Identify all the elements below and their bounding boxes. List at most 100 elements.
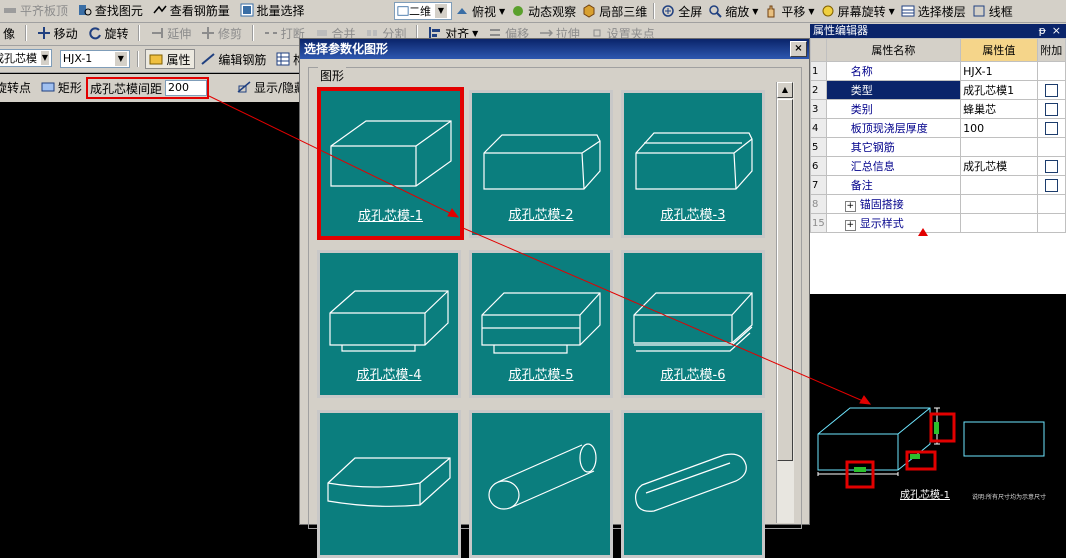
property-value-cell[interactable]: 成孔芯模1 bbox=[960, 80, 1038, 100]
property-row[interactable]: 4 板顶现浇层厚度 100 bbox=[810, 118, 1066, 138]
local-3d-button[interactable]: 局部三维 bbox=[579, 1, 650, 21]
property-row[interactable]: 5 其它钢筋 bbox=[810, 137, 1066, 157]
select-floor-icon bbox=[901, 5, 915, 17]
shape-tile-8[interactable] bbox=[469, 410, 613, 558]
property-extra-cell bbox=[1036, 213, 1066, 233]
zoom-button[interactable]: 缩放 ▼ bbox=[705, 1, 761, 21]
property-row[interactable]: 6 汇总信息 成孔芯模 bbox=[810, 156, 1066, 176]
row-number: 15 bbox=[810, 213, 827, 233]
property-name-cell: 板顶现浇层厚度 bbox=[825, 118, 962, 138]
property-icon bbox=[149, 54, 163, 65]
property-name-cell: 类型 bbox=[825, 80, 962, 100]
property-value-cell[interactable]: 蜂巢芯 bbox=[960, 99, 1038, 119]
show-hide-icon bbox=[237, 81, 251, 93]
toolbar-separator bbox=[136, 51, 139, 67]
shape-tile-9[interactable] bbox=[621, 410, 765, 558]
toolbar-separator bbox=[138, 25, 141, 41]
property-name: 备注 bbox=[850, 179, 873, 192]
edit-rebar-button[interactable]: 编辑钢筋 bbox=[198, 49, 269, 69]
shape-tile-label: 成孔芯模-1 bbox=[358, 209, 423, 224]
top-view-button[interactable]: 俯视 ▼ bbox=[452, 1, 508, 21]
property-name-cell: + 锚固搭接 bbox=[825, 194, 962, 214]
mirror-button[interactable]: 像 bbox=[0, 23, 18, 43]
screen-rotate-button[interactable]: 屏幕旋转 ▼ bbox=[818, 1, 898, 21]
row-number: 3 bbox=[810, 99, 827, 119]
dialog-title: 选择参数化图形 bbox=[304, 42, 389, 56]
move-icon bbox=[37, 27, 50, 39]
drawing-canvas[interactable] bbox=[0, 102, 299, 523]
batch-select-button[interactable]: 批量选择 bbox=[237, 0, 308, 20]
property-header-row: 属性名称 属性值 附加 bbox=[810, 38, 1066, 62]
chevron-down-icon: ▼ bbox=[41, 51, 49, 65]
view-rebar-button[interactable]: 查看钢筋量 bbox=[150, 0, 233, 20]
property-name: 显示样式 bbox=[859, 217, 904, 230]
row-number: 8 bbox=[810, 194, 827, 214]
property-value-cell[interactable]: 100 bbox=[960, 118, 1038, 138]
spacing-input[interactable]: 200 bbox=[165, 80, 207, 96]
property-row[interactable]: 7 备注 bbox=[810, 175, 1066, 195]
property-value-cell[interactable] bbox=[960, 137, 1038, 157]
dynamic-view-icon bbox=[513, 6, 524, 16]
property-button[interactable]: 属性 bbox=[145, 49, 195, 69]
rotate-button[interactable]: 旋转 bbox=[85, 23, 132, 43]
close-icon[interactable]: × bbox=[1052, 24, 1061, 38]
extra-checkbox[interactable] bbox=[1044, 178, 1058, 192]
property-value-cell[interactable] bbox=[960, 213, 1038, 233]
dynamic-view-button[interactable]: 动态观察 bbox=[508, 1, 579, 21]
shape-tile-1[interactable]: 成孔芯模-1 bbox=[317, 87, 464, 240]
property-editor-title-bar: 属性编辑器 ᵽ × bbox=[810, 24, 1066, 38]
flush-slab-button[interactable]: 平齐板顶 bbox=[0, 0, 71, 20]
shape-tile-5[interactable]: 成孔芯模-5 bbox=[469, 250, 613, 398]
property-name: 类别 bbox=[850, 103, 873, 116]
component-category-select[interactable]: 成孔芯模 ▼ bbox=[0, 49, 52, 67]
dialog-close-button[interactable]: × bbox=[790, 41, 807, 57]
shape-tile-7[interactable] bbox=[317, 410, 461, 558]
property-value-cell[interactable] bbox=[960, 175, 1038, 195]
rectangle-button[interactable]: 矩形 bbox=[38, 74, 85, 100]
trim-button[interactable]: 修剪 bbox=[198, 23, 245, 43]
find-element-button[interactable]: 查找图元 bbox=[75, 0, 146, 20]
shape-tile-2[interactable]: 成孔芯模-2 bbox=[469, 90, 613, 238]
property-value-cell[interactable] bbox=[960, 194, 1038, 214]
rotate-point-button[interactable]: 旋转点 bbox=[0, 74, 34, 100]
property-value-cell[interactable]: HJX-1 bbox=[960, 61, 1038, 81]
property-row[interactable]: 15 + 显示样式 bbox=[810, 213, 1066, 233]
wireframe-button[interactable]: 线框 bbox=[969, 1, 1016, 21]
shape-tile-4[interactable]: 成孔芯模-4 bbox=[317, 250, 461, 398]
shape-group-label: 图形 bbox=[318, 67, 347, 84]
view-mode-icon bbox=[397, 6, 409, 16]
row-number: 5 bbox=[810, 137, 827, 157]
shape-tile-6[interactable]: 成孔芯模-6 bbox=[621, 250, 765, 398]
show-hide-button[interactable]: 显示/隐藏 bbox=[234, 77, 309, 97]
expand-icon[interactable]: + bbox=[844, 201, 856, 212]
row-number: 2 bbox=[810, 80, 827, 100]
dialog-scrollbar[interactable]: ▲ bbox=[776, 82, 794, 523]
property-row[interactable]: 8 + 锚固搭接 bbox=[810, 194, 1066, 214]
view-rebar-icon bbox=[153, 5, 167, 14]
pan-button[interactable]: 平移 ▼ bbox=[761, 1, 817, 21]
scroll-up-button[interactable]: ▲ bbox=[777, 82, 793, 98]
pin-icon[interactable]: ᵽ bbox=[1039, 24, 1046, 38]
view-mode-select[interactable]: 二维 ▼ bbox=[394, 2, 452, 20]
component-list-icon bbox=[276, 52, 290, 66]
row-number: 1 bbox=[810, 61, 827, 81]
move-button[interactable]: 移动 bbox=[34, 23, 81, 43]
extra-checkbox[interactable] bbox=[1044, 83, 1058, 97]
property-row[interactable]: 2 类型 成孔芯模1 bbox=[810, 80, 1066, 100]
property-value-cell[interactable]: 成孔芯模 bbox=[960, 156, 1038, 176]
shape-tile-3[interactable]: 成孔芯模-3 bbox=[621, 90, 765, 238]
extra-checkbox[interactable] bbox=[1044, 102, 1058, 116]
expand-icon[interactable]: + bbox=[844, 220, 856, 231]
select-floor-button[interactable]: 选择楼层 bbox=[898, 1, 969, 21]
toolbar-row-1: 平齐板顶 查找图元 查看钢筋量 批量选择 二维 ▼ 俯视▼ 动态观察 局部三维 bbox=[0, 0, 1066, 23]
extra-checkbox[interactable] bbox=[1044, 159, 1058, 173]
extend-button[interactable]: 延伸 bbox=[147, 23, 194, 43]
extra-checkbox[interactable] bbox=[1044, 121, 1058, 135]
fullscreen-button[interactable]: 全屏 bbox=[658, 1, 705, 21]
property-extra-cell bbox=[1036, 156, 1066, 176]
property-row[interactable]: 1 名称 HJX-1 bbox=[810, 61, 1066, 81]
scroll-thumb[interactable] bbox=[777, 99, 793, 461]
top-view-icon bbox=[457, 8, 467, 14]
property-row[interactable]: 3 类别 蜂巢芯 bbox=[810, 99, 1066, 119]
component-name-select[interactable]: HJX-1 ▼ bbox=[59, 49, 130, 68]
